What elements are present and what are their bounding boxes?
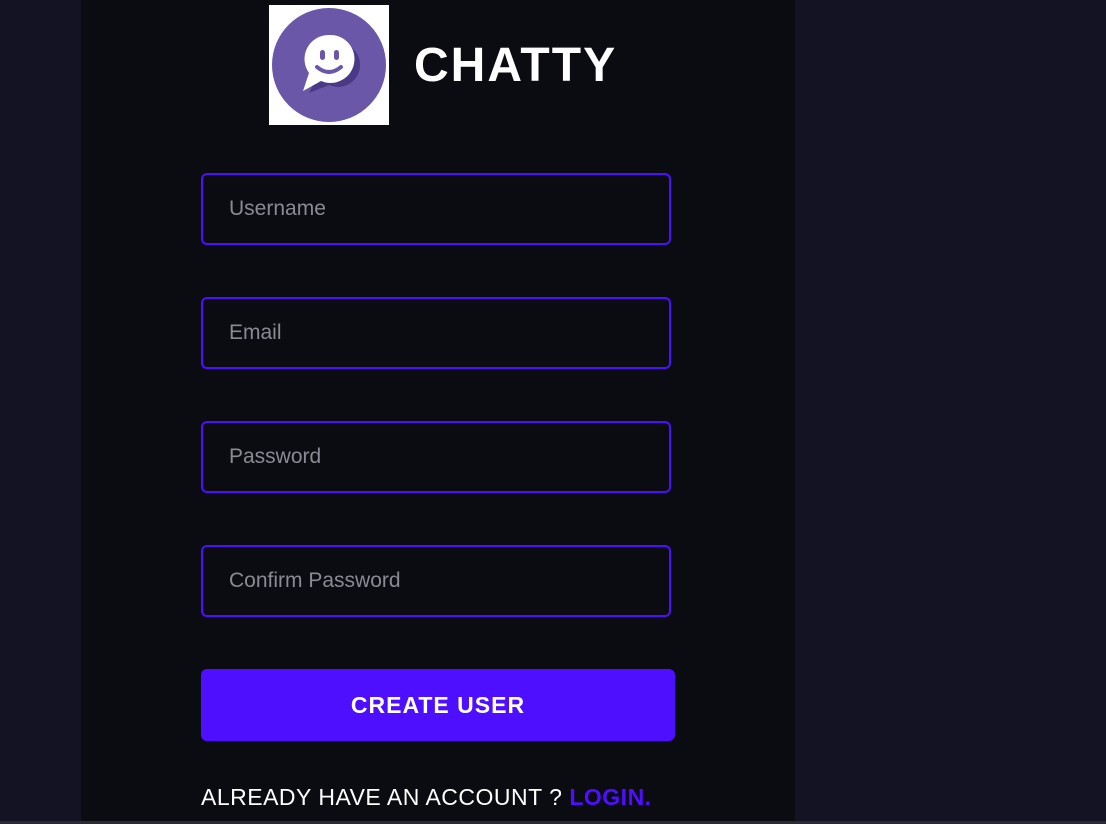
login-prompt: ALREADY HAVE AN ACCOUNT ? LOGIN. — [201, 784, 652, 811]
brand-title: CHATTY — [414, 38, 618, 92]
logo — [269, 5, 389, 125]
register-panel: CHATTY CREATE USER ALREADY HAVE AN ACCOU… — [81, 0, 795, 824]
email-field[interactable] — [201, 297, 671, 369]
confirm-password-field[interactable] — [201, 545, 671, 617]
chat-bubble-smiley-icon — [272, 8, 386, 122]
password-field[interactable] — [201, 421, 671, 493]
username-field[interactable] — [201, 173, 671, 245]
page: CHATTY CREATE USER ALREADY HAVE AN ACCOU… — [0, 0, 1106, 824]
brand: CHATTY — [269, 5, 617, 125]
create-user-button[interactable]: CREATE USER — [201, 669, 675, 741]
login-prompt-text: ALREADY HAVE AN ACCOUNT ? — [201, 784, 570, 810]
login-link[interactable]: LOGIN. — [569, 784, 651, 810]
